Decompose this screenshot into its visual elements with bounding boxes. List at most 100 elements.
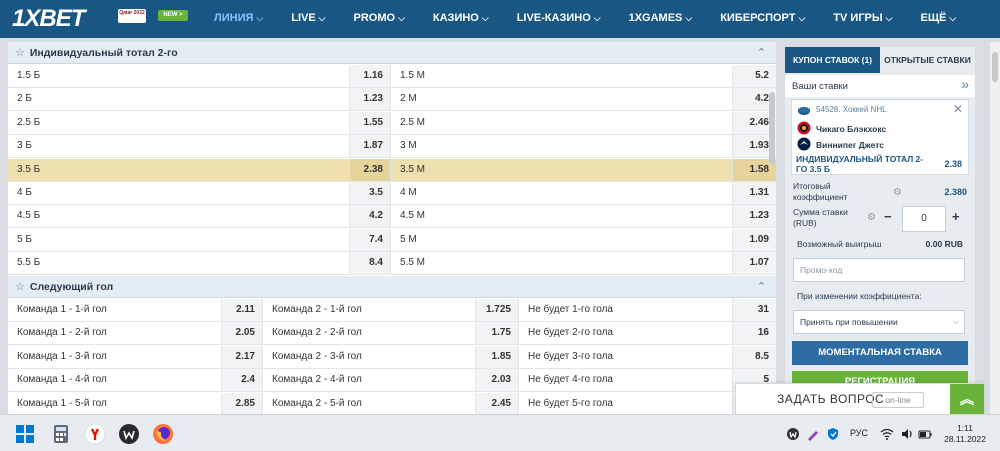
gear-icon[interactable]: ⚙ (867, 212, 876, 223)
outcome-label[interactable]: Команда 1 - 3-й гол (8, 346, 220, 368)
outcome-label[interactable]: 5.5 Б (8, 252, 348, 274)
odd-value[interactable]: 1.75 (475, 322, 519, 345)
outcome-label[interactable]: 2 М (391, 88, 731, 110)
new-badge[interactable]: NEW > (158, 10, 188, 21)
nav-item-casino[interactable]: КАЗИНО ⌵ (419, 0, 503, 38)
wifi-icon[interactable] (880, 427, 894, 441)
odd-value[interactable]: 1.16 (349, 65, 391, 87)
outcome-label[interactable]: 1.5 М (391, 65, 731, 87)
nav-item-live[interactable]: LIVE ⌵ (277, 0, 339, 38)
outcome-label[interactable]: Не будет 1-го гола (519, 299, 731, 321)
odd-value[interactable]: 2.85 (221, 392, 263, 414)
section-header-individual-total[interactable]: ☆ Индивидуальный тотал 2-го ⌃ (8, 42, 776, 64)
chevron-up-icon[interactable]: ⌃ (757, 280, 766, 293)
outcome-label[interactable]: 4 М (391, 182, 731, 204)
odd-value[interactable]: 1.87 (349, 135, 391, 158)
outcome-label[interactable]: Команда 1 - 4-й гол (8, 369, 220, 391)
odds-change-select[interactable]: Принять при повышении ⌵ (793, 310, 965, 334)
odd-value[interactable]: 8.4 (349, 252, 391, 275)
tray-app-icon[interactable] (786, 427, 800, 441)
yandex-browser-icon[interactable] (84, 423, 106, 445)
outcome-label[interactable]: Команда 2 - 2-й гол (263, 322, 475, 344)
odd-value[interactable]: 16 (732, 322, 776, 345)
odd-value[interactable]: 1.725 (475, 299, 519, 321)
nav-item-promo[interactable]: PROMO ⌵ (340, 0, 419, 38)
outcome-label[interactable]: Команда 2 - 5-й гол (263, 393, 475, 414)
outcome-label[interactable]: Не будет 4-го гола (519, 369, 731, 391)
double-chevron-right-icon[interactable]: » (961, 76, 969, 92)
stake-increase-button[interactable]: + (952, 209, 960, 224)
outcome-label[interactable]: 5 Б (8, 229, 348, 251)
chevron-up-icon[interactable]: ⌃ (757, 46, 766, 59)
tray-pen-icon[interactable] (806, 427, 820, 441)
outcome-label[interactable]: Не будет 5-го гола (519, 393, 731, 414)
star-icon[interactable]: ☆ (15, 46, 25, 59)
firefox-icon[interactable] (152, 423, 174, 445)
odd-value[interactable]: 8.5 (732, 345, 776, 368)
odd-value[interactable]: 2.45 (475, 392, 519, 414)
outcome-label[interactable]: 3 Б (8, 135, 348, 157)
markets-scrollbar[interactable] (769, 92, 775, 164)
outcome-label[interactable]: Не будет 2-го гола (519, 322, 731, 344)
odd-value[interactable]: 1.23 (732, 205, 776, 228)
battery-icon[interactable] (918, 427, 932, 441)
app-w-icon[interactable] (118, 423, 140, 445)
outcome-label[interactable]: 4.5 М (391, 205, 731, 227)
odd-value[interactable]: 1.07 (732, 252, 776, 275)
ask-question-widget[interactable]: ЗАДАТЬ ВОПРОС on-line ︽ (735, 383, 984, 416)
scrollbar-thumb[interactable] (992, 52, 998, 82)
outcome-label[interactable]: 1.5 Б (8, 65, 348, 87)
outcome-label[interactable]: Команда 1 - 2-й гол (8, 322, 220, 344)
outcome-label[interactable]: Команда 2 - 1-й гол (263, 299, 475, 321)
stake-decrease-button[interactable]: − (884, 209, 892, 224)
shield-icon[interactable] (826, 427, 840, 441)
odd-value[interactable]: 5.2 (732, 65, 776, 87)
nav-item-more[interactable]: ЕЩЁ ⌵ (907, 0, 971, 38)
instant-bet-button[interactable]: МОМЕНТАЛЬНАЯ СТАВКА (792, 341, 968, 365)
close-icon[interactable]: ✕ (953, 102, 963, 116)
outcome-label[interactable]: 2 Б (8, 88, 348, 110)
outcome-label[interactable]: Не будет 3-го гола (519, 346, 731, 368)
gear-icon[interactable]: ⚙ (893, 187, 902, 198)
outcome-label[interactable]: Команда 1 - 1-й гол (8, 299, 220, 321)
odd-value[interactable]: 1.85 (475, 345, 519, 368)
star-icon[interactable]: ☆ (15, 280, 25, 293)
outcome-label[interactable]: 4.5 Б (8, 205, 348, 227)
outcome-label[interactable]: 3.5 Б (8, 159, 348, 181)
outcome-label[interactable]: Команда 1 - 5-й гол (8, 393, 220, 414)
site-logo[interactable]: 1XBET Qatar 2022 NEW > (12, 5, 188, 32)
calculator-icon[interactable] (50, 423, 72, 445)
odd-value[interactable]: 7.4 (349, 228, 391, 251)
odd-value[interactable]: 2.38 (349, 158, 391, 181)
volume-icon[interactable] (900, 427, 914, 441)
odd-value[interactable]: 1.55 (349, 111, 391, 134)
nav-item-1xgames[interactable]: 1XGAMES ⌵ (615, 0, 707, 38)
outcome-label[interactable]: Команда 2 - 3-й гол (263, 346, 475, 368)
section-header-next-goal[interactable]: ☆ Следующий гол ⌃ (8, 276, 776, 298)
outcome-label[interactable]: 3 М (391, 135, 731, 157)
nav-item-line[interactable]: ЛИНИЯ ⌵ (200, 0, 277, 38)
outcome-label[interactable]: 2.5 Б (8, 112, 348, 134)
odd-value[interactable]: 2.03 (475, 369, 519, 392)
outcome-label[interactable]: 4 Б (8, 182, 348, 204)
odd-value[interactable]: 2.4 (221, 369, 263, 392)
promo-code-input[interactable]: Промо-код (793, 258, 965, 282)
tab-bet-coupon[interactable]: КУПОН СТАВОК (1) (785, 47, 880, 73)
odd-value[interactable]: 31 (732, 299, 776, 321)
odd-value[interactable]: 2.11 (221, 299, 263, 321)
outcome-label[interactable]: Команда 2 - 4-й гол (263, 369, 475, 391)
page-scrollbar[interactable] (990, 42, 1000, 414)
odd-value[interactable]: 2.17 (221, 345, 263, 368)
odd-value[interactable]: 4.2 (349, 205, 391, 228)
nav-item-live-casino[interactable]: LIVE-КАЗИНО ⌵ (503, 0, 615, 38)
odd-value[interactable]: 1.31 (732, 182, 776, 204)
nav-item-tv-games[interactable]: TV ИГРЫ ⌵ (819, 0, 906, 38)
outcome-label[interactable]: 2.5 М (391, 112, 731, 134)
tab-open-bets[interactable]: ОТКРЫТЫЕ СТАВКИ (880, 47, 975, 73)
odd-value[interactable]: 2.05 (221, 322, 263, 345)
outcome-label[interactable]: 5.5 М (391, 252, 731, 274)
outcome-label[interactable]: 5 М (391, 229, 731, 251)
language-indicator[interactable]: РУС (850, 428, 868, 438)
outcome-label[interactable]: 3.5 М (391, 159, 731, 181)
stake-input[interactable]: 0 (902, 206, 946, 232)
